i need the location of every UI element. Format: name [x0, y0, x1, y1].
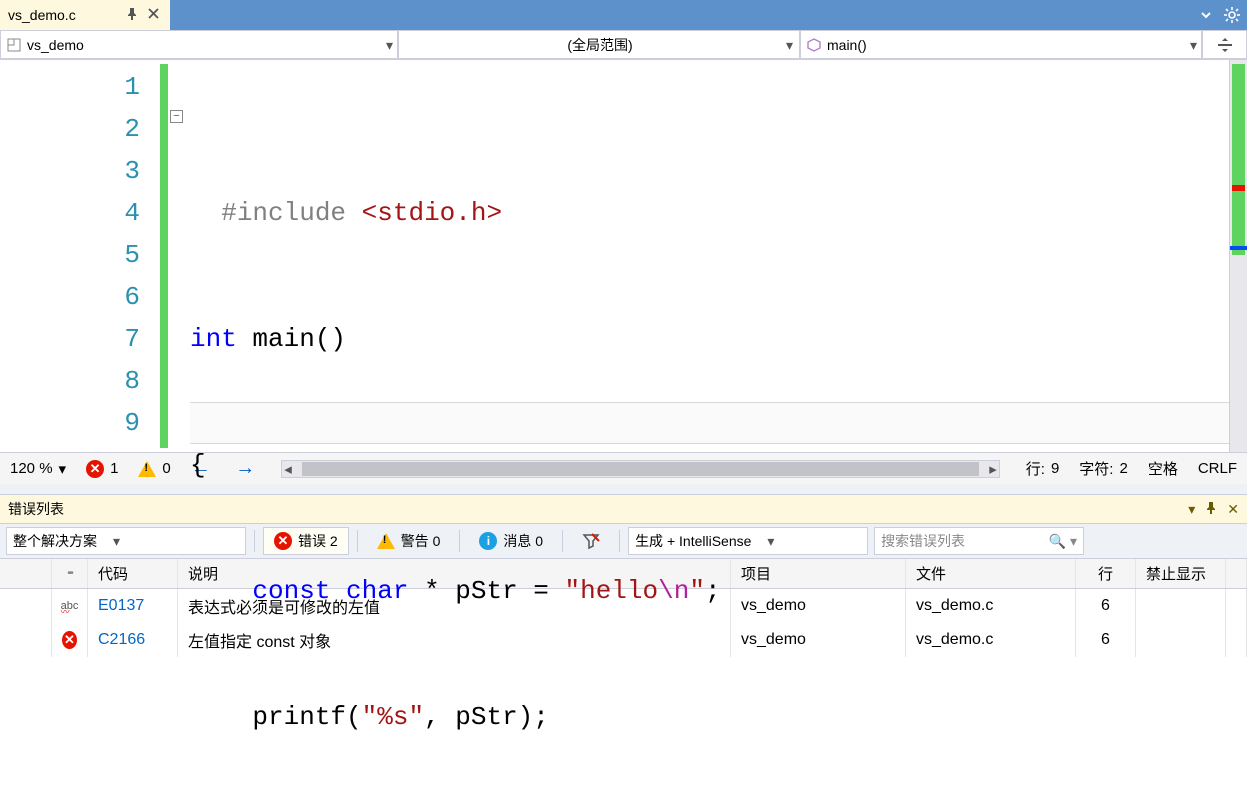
intellisense-icon: abc〰	[61, 600, 79, 612]
scroll-right-icon: ▸	[989, 460, 997, 478]
zoom-dropdown[interactable]: 120 %▾	[10, 460, 66, 478]
scroll-left-icon: ◂	[284, 460, 292, 478]
current-line-highlight	[190, 402, 1229, 444]
code-surface[interactable]: #include <stdio.h> int main() { const ch…	[190, 60, 1247, 452]
pin-icon[interactable]	[126, 8, 140, 22]
document-tab-filename: vs_demo.c	[8, 7, 118, 23]
chevron-down-icon: ▾	[113, 533, 120, 550]
chevron-down-icon: ▾	[1190, 38, 1197, 52]
error-icon: ✕	[86, 460, 104, 478]
close-icon[interactable]: ✕	[1227, 502, 1239, 516]
warning-icon	[377, 533, 395, 549]
column-header-severity[interactable]: •••	[52, 559, 88, 588]
auto-hide-icon[interactable]	[1205, 502, 1217, 516]
warning-icon	[138, 461, 156, 477]
horizontal-scrollbar[interactable]: ◂▸	[281, 460, 1000, 478]
status-errors[interactable]: ✕1	[86, 460, 118, 478]
code-editor[interactable]: 123456789 − #include <stdio.h> int main(…	[0, 60, 1247, 452]
chevron-down-icon[interactable]	[1199, 8, 1213, 22]
method-icon	[807, 38, 821, 52]
line-number-gutter: 123456789	[0, 60, 160, 452]
split-editor-button[interactable]	[1202, 30, 1247, 59]
window-position-icon[interactable]: ▾	[1188, 502, 1195, 516]
nav-project-dropdown[interactable]: vs_demo ▾	[0, 30, 398, 59]
chevron-down-icon: ▾	[59, 460, 67, 478]
column-header-code[interactable]: 代码	[88, 559, 178, 588]
navigation-bar: vs_demo ▾ (全局范围) ▾ main() ▾	[0, 30, 1247, 60]
chevron-down-icon: ▾	[786, 38, 793, 52]
nav-project-text: vs_demo	[27, 37, 84, 53]
status-warnings[interactable]: 0	[138, 460, 170, 477]
panel-title-text: 错误列表	[8, 499, 64, 519]
panel-title-bar[interactable]: 错误列表 ▾ ✕	[0, 495, 1247, 523]
close-icon[interactable]	[148, 8, 162, 22]
nav-scope-dropdown[interactable]: (全局范围) ▾	[398, 30, 800, 59]
nav-scope-text: (全局范围)	[567, 35, 632, 55]
vertical-scrollbar[interactable]	[1229, 60, 1247, 452]
outline-margin[interactable]: −	[168, 60, 190, 452]
chevron-down-icon: ▾	[386, 38, 393, 52]
project-icon	[7, 38, 21, 52]
gear-icon[interactable]	[1223, 6, 1241, 24]
fold-toggle-icon[interactable]: −	[170, 110, 183, 123]
document-tab-bar: vs_demo.c	[0, 0, 1247, 30]
error-icon: ✕	[62, 631, 77, 649]
nav-member-text: main()	[827, 37, 867, 53]
document-tab-active[interactable]: vs_demo.c	[0, 0, 170, 30]
nav-member-dropdown[interactable]: main() ▾	[800, 30, 1202, 59]
change-indicator	[160, 64, 168, 448]
